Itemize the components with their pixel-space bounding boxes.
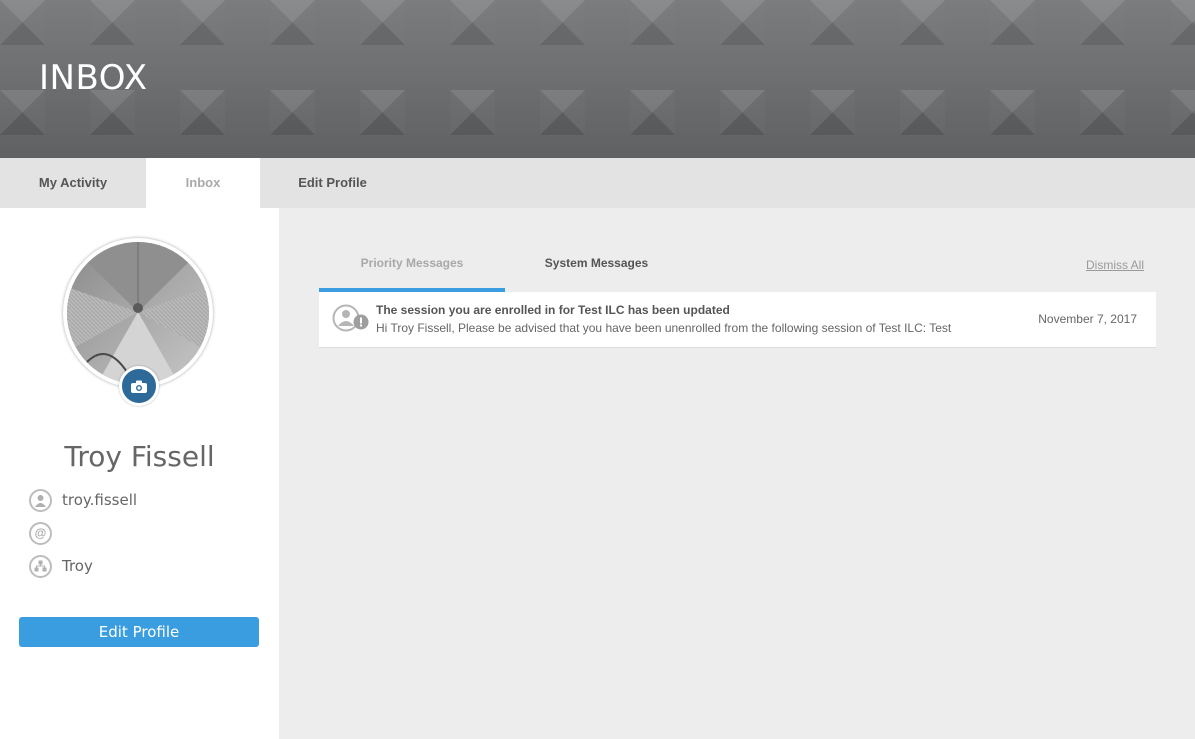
tab-inbox[interactable]: Inbox: [146, 158, 260, 208]
user-alert-icon: [332, 304, 369, 332]
change-photo-button[interactable]: [119, 366, 159, 406]
organization-icon: [29, 554, 52, 578]
email-row: @: [29, 521, 62, 545]
username-text: troy.fissell: [62, 491, 138, 509]
message-subject: The session you are enrolled in for Test…: [376, 303, 730, 317]
page-title: INBOX: [39, 58, 148, 98]
profile-name: Troy Fissell: [64, 440, 215, 473]
organization-row: Troy: [29, 554, 93, 578]
main-tab-bar: My Activity Inbox Edit Profile: [0, 158, 1195, 208]
avatar: [67, 242, 209, 384]
profile-sidebar: Troy Fissell troy.fissell @ Troy Edit Pr…: [0, 208, 279, 739]
tab-my-activity[interactable]: My Activity: [0, 158, 146, 208]
username-row: troy.fissell: [29, 488, 137, 512]
organization-text: Troy: [62, 557, 93, 575]
tab-priority-messages[interactable]: Priority Messages: [319, 243, 505, 292]
at-sign-icon: @: [29, 521, 52, 545]
edit-profile-button[interactable]: Edit Profile: [19, 617, 259, 647]
message-date: November 7, 2017: [1038, 312, 1137, 326]
dismiss-all-link[interactable]: Dismiss All: [1086, 258, 1144, 272]
tab-edit-profile[interactable]: Edit Profile: [260, 158, 405, 208]
message-item[interactable]: The session you are enrolled in for Test…: [319, 292, 1156, 348]
user-icon: [29, 488, 52, 512]
tab-system-messages[interactable]: System Messages: [505, 243, 688, 292]
message-preview: Hi Troy Fissell, Please be advised that …: [376, 321, 952, 335]
page-banner: INBOX: [0, 0, 1195, 158]
camera-icon: [131, 380, 147, 393]
